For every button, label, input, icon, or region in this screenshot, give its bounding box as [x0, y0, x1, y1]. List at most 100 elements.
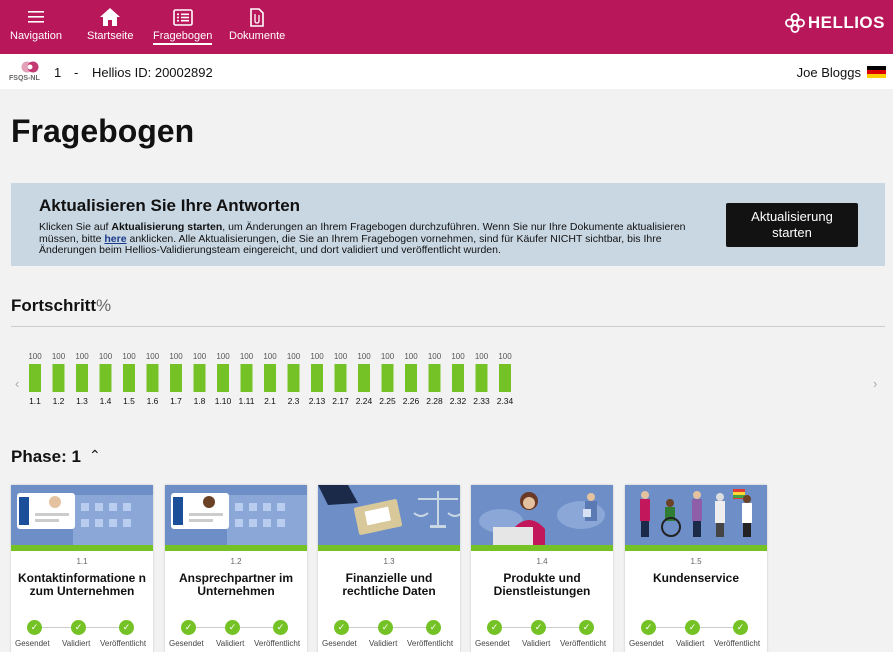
step-label: Validiert [522, 639, 551, 648]
section-card-1-4[interactable]: 1.4 Produkte und Dienstleistungen ✓ ✓ ✓ … [471, 485, 613, 652]
progress-bar-1.3[interactable] [76, 364, 88, 392]
progress-bar-1.6[interactable] [146, 364, 159, 392]
step-label: Gesendet [629, 639, 664, 648]
start-update-button[interactable]: Aktualisierung starten [726, 203, 858, 247]
brand-name: HELLIOS [807, 13, 885, 32]
progress-bar-2.28[interactable] [428, 364, 441, 392]
progress-bar-1.2[interactable] [52, 364, 65, 392]
progress-bar-2.34[interactable] [499, 364, 511, 392]
status-bar [165, 545, 307, 551]
progress-bar-2.33[interactable] [475, 364, 488, 392]
step-label: Veröffentlicht [100, 639, 147, 648]
progress-bar-2.26[interactable] [405, 364, 417, 392]
bar-category-label: 2.33 [473, 396, 490, 406]
checkmark-icon: ✓ [71, 620, 86, 635]
here-link[interactable]: here [104, 233, 126, 245]
top-navigation-bar: Navigation Startseite Fragebogen Dokumen… [0, 0, 893, 54]
progress-bar-2.3[interactable] [287, 364, 300, 392]
bar-category-label: 1.10 [215, 396, 232, 406]
german-flag-icon[interactable] [867, 66, 886, 78]
bar-category-label: 2.24 [356, 396, 373, 406]
progress-bar-1.5[interactable] [123, 364, 135, 392]
nav-navigation[interactable]: Navigation [10, 6, 62, 50]
bar-value-label: 100 [310, 352, 324, 361]
status-steps: ✓ ✓ ✓ Gesendet Validiert Veröffentlicht [625, 620, 767, 650]
progress-bar-1.4[interactable] [99, 364, 112, 392]
nav-label: Dokumente [229, 30, 286, 42]
section-card-1-1[interactable]: 1.1 Kontaktinformatione n zum Unternehme… [11, 485, 153, 652]
card-title: Ansprechpartner im Unternehmen [178, 571, 294, 598]
fsqs-logo-icon [21, 61, 39, 73]
nav-dokumente[interactable]: Dokumente [229, 6, 285, 50]
checkmark-icon: ✓ [579, 620, 594, 635]
progress-bar-1.10[interactable] [217, 364, 229, 392]
bar-category-label: 1.8 [194, 396, 206, 406]
brand-logo[interactable]: HELLIOS [784, 13, 885, 33]
checkmark-icon: ✓ [27, 620, 42, 635]
progress-bar-1.1[interactable] [29, 364, 41, 392]
bar-value-label: 100 [52, 352, 66, 361]
section-card-1-2[interactable]: 1.2 Ansprechpartner im Unternehmen ✓ ✓ ✓… [165, 485, 307, 652]
progress-title: Fortschritt [11, 296, 96, 315]
chevron-up-icon[interactable]: ⌃ [89, 447, 101, 464]
nav-fragebogen[interactable]: Fragebogen [153, 6, 213, 50]
bar-category-label: 1.2 [53, 396, 65, 406]
step-label: Gesendet [15, 639, 50, 648]
checkmark-icon: ✓ [181, 620, 196, 635]
nav-label: Fragebogen [153, 30, 213, 45]
status-bar [625, 545, 767, 551]
nav-label: Navigation [10, 30, 62, 42]
progress-bar-2.17[interactable] [334, 364, 347, 392]
bar-value-label: 100 [216, 352, 230, 361]
bar-value-label: 100 [381, 352, 395, 361]
bar-value-label: 100 [451, 352, 465, 361]
update-banner: Aktualisieren Sie Ihre Antworten Klicken… [11, 183, 885, 266]
bar-value-label: 100 [240, 352, 254, 361]
bar-category-label: 2.25 [379, 396, 396, 406]
banner-text-part: anklicken. Alle Aktualisierungen, die Si… [39, 232, 662, 256]
card-title: Produkte und Dienstleistungen [493, 571, 591, 598]
supplier-number: 1 [54, 65, 62, 80]
progress-bar-1.8[interactable] [193, 364, 206, 392]
bar-category-label: 1.3 [76, 396, 88, 406]
bar-category-label: 2.26 [403, 396, 420, 406]
progress-bar-2.32[interactable] [452, 364, 464, 392]
bar-category-label: 1.4 [100, 396, 112, 406]
step-label: Veröffentlicht [407, 639, 454, 648]
customer-service-illustration [625, 485, 767, 545]
progress-unit: % [96, 296, 112, 315]
progress-bar-2.25[interactable] [381, 364, 394, 392]
bar-value-label: 100 [475, 352, 489, 361]
step-label: Validiert [216, 639, 245, 648]
section-card-1-3[interactable]: 1.3 Finanzielle und rechtliche Daten ✓ ✓… [318, 485, 460, 652]
status-steps: ✓ ✓ ✓ Gesendet Validiert Veröffentlicht [318, 620, 460, 650]
progress-bar-1.11[interactable] [240, 364, 253, 392]
progress-bar-2.13[interactable] [311, 364, 323, 392]
separator: - [74, 65, 79, 80]
user-name[interactable]: Joe Bloggs [797, 65, 861, 80]
chevron-left-icon[interactable]: ‹ [15, 376, 19, 391]
bar-category-label: 2.1 [264, 396, 276, 406]
nav-startseite[interactable]: Startseite [87, 6, 133, 50]
card-code: 1.5 [690, 557, 702, 566]
progress-bar-2.1[interactable] [264, 364, 276, 392]
bar-category-label: 1.7 [170, 396, 182, 406]
checkmark-icon: ✓ [378, 620, 393, 635]
step-label: Veröffentlicht [254, 639, 301, 648]
progress-bar-2.24[interactable] [358, 364, 370, 392]
checkmark-icon: ✓ [487, 620, 502, 635]
list-icon [172, 6, 193, 28]
status-bar [11, 545, 153, 551]
info-bar: FSQS-NL 1 - Hellios ID: 20002892 Joe Blo… [0, 54, 893, 89]
bar-category-label: 1.5 [123, 396, 135, 406]
button-label-line2: starten [772, 225, 812, 240]
document-icon [249, 6, 265, 28]
progress-bar-1.7[interactable] [170, 364, 182, 392]
checkmark-icon: ✓ [334, 620, 349, 635]
bar-value-label: 100 [263, 352, 277, 361]
nav-label: Startseite [87, 30, 134, 42]
bar-value-label: 100 [146, 352, 160, 361]
home-icon [99, 6, 121, 28]
bar-category-label: 2.34 [497, 396, 514, 406]
section-card-1-5[interactable]: 1.5 Kundenservice ✓ ✓ ✓ Gesendet Validie… [625, 485, 767, 652]
